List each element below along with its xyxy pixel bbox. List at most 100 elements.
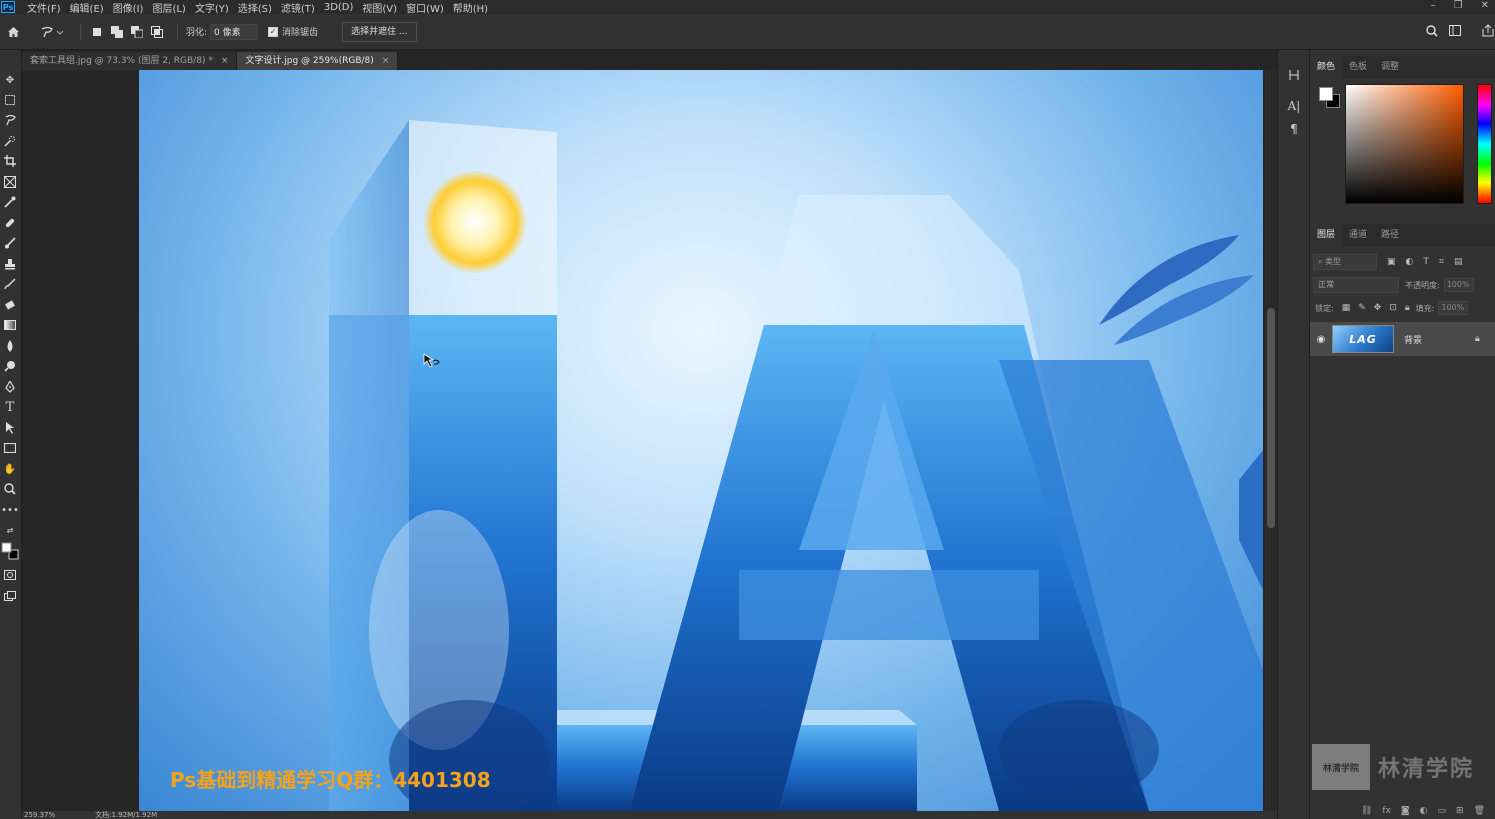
lock-artboard-icon[interactable]: ⊡: [1389, 303, 1397, 313]
menu-edit[interactable]: 编辑(E): [70, 0, 104, 15]
doc-info[interactable]: 文档:1.92M/1.92M: [95, 811, 157, 819]
menu-type[interactable]: 文字(Y): [195, 0, 229, 15]
layer-thumbnail[interactable]: LAG: [1332, 325, 1394, 353]
frame-tool-icon[interactable]: [1, 174, 19, 190]
search-icon[interactable]: [1426, 25, 1438, 37]
gradient-tool-icon[interactable]: [1, 317, 19, 333]
feather-input[interactable]: [210, 23, 259, 40]
menu-filter[interactable]: 滤镜(T): [281, 0, 315, 15]
share-icon[interactable]: [1482, 24, 1494, 37]
link-icon[interactable]: ⛓: [1361, 806, 1372, 816]
lock-image-icon[interactable]: ✎: [1358, 303, 1366, 313]
blur-tool-icon[interactable]: [1, 338, 19, 354]
filter-pixel-icon[interactable]: ▣: [1387, 257, 1396, 267]
healing-brush-tool-icon[interactable]: [1, 215, 19, 231]
new-layer-icon[interactable]: ⊞: [1456, 806, 1464, 816]
filter-adjustment-icon[interactable]: ◐: [1406, 257, 1414, 267]
adjustment-icon[interactable]: ◐: [1420, 806, 1428, 816]
filter-smart-object-icon[interactable]: ▤: [1454, 257, 1463, 267]
scrollbar-thumb[interactable]: [1267, 308, 1275, 528]
canvas-vertical-scrollbar[interactable]: [1265, 70, 1277, 811]
lock-all-icon[interactable]: 🔒︎: [1405, 303, 1410, 313]
more-tools-icon[interactable]: •••: [1, 502, 19, 518]
visibility-eye-icon[interactable]: ◉: [1310, 334, 1332, 345]
zoom-tool-icon[interactable]: [1, 481, 19, 497]
group-icon[interactable]: ▭: [1438, 806, 1447, 816]
hue-slider[interactable]: [1477, 84, 1492, 204]
paragraph-panel-icon[interactable]: ¶: [1286, 121, 1302, 137]
subtract-from-selection-icon[interactable]: [129, 24, 145, 40]
new-selection-icon[interactable]: [89, 24, 105, 40]
filter-type-icon[interactable]: T: [1423, 257, 1429, 267]
lock-position-icon[interactable]: ✥: [1374, 303, 1382, 313]
tab-paths[interactable]: 路径: [1374, 224, 1406, 246]
eyedropper-tool-icon[interactable]: [1, 194, 19, 210]
character-panel-icon[interactable]: A|: [1286, 98, 1302, 114]
home-icon[interactable]: [0, 26, 26, 38]
clone-stamp-tool-icon[interactable]: [1, 256, 19, 272]
lock-transparent-icon[interactable]: ▦: [1342, 303, 1351, 313]
fill-field[interactable]: 100%: [1438, 301, 1469, 315]
hand-tool-icon[interactable]: ✋: [1, 461, 19, 477]
menu-window[interactable]: 窗口(W): [406, 0, 444, 15]
close-icon[interactable]: ✕: [1481, 0, 1489, 11]
crop-tool-icon[interactable]: [1, 153, 19, 169]
foreground-color-swatch[interactable]: [1319, 87, 1333, 101]
menu-image[interactable]: 图像(I): [113, 0, 144, 15]
tab-color[interactable]: 颜色: [1310, 56, 1343, 78]
history-panel-icon[interactable]: [1286, 67, 1302, 83]
filter-shape-icon[interactable]: ⌗: [1439, 257, 1444, 267]
swap-colors-icon[interactable]: ⇄: [1, 522, 19, 538]
move-tool-icon[interactable]: ✥: [1, 72, 19, 88]
close-tab-icon[interactable]: ×: [382, 52, 390, 70]
layer-row[interactable]: ◉ LAG 背景 🔒︎: [1310, 322, 1495, 356]
menu-3d[interactable]: 3D(D): [324, 2, 354, 13]
tab-text-design-doc[interactable]: 文字设计.jpg @ 259%(RGB/8) ×: [237, 52, 399, 70]
trash-icon[interactable]: 🗑︎: [1474, 806, 1485, 816]
history-brush-tool-icon[interactable]: [1, 276, 19, 292]
eraser-tool-icon[interactable]: [1, 297, 19, 313]
menu-help[interactable]: 帮助(H): [453, 0, 488, 15]
blend-mode-select[interactable]: 正常: [1313, 277, 1399, 293]
zoom-level[interactable]: 259.37%: [24, 811, 55, 819]
workspace-icon[interactable]: [1449, 25, 1463, 37]
artwork-image[interactable]: Ps基础到精通学习Q群：4401308: [139, 70, 1263, 811]
menu-select[interactable]: 选择(S): [238, 0, 272, 15]
photoshop-logo[interactable]: Ps: [1, 1, 15, 13]
marquee-tool-icon[interactable]: [1, 92, 19, 108]
tab-channels[interactable]: 通道: [1342, 224, 1374, 246]
screen-mode-icon[interactable]: [1, 588, 19, 604]
menu-layer[interactable]: 图层(L): [152, 0, 185, 15]
tab-swatches[interactable]: 色板: [1342, 56, 1374, 78]
pen-tool-icon[interactable]: [1, 379, 19, 395]
add-to-selection-icon[interactable]: [109, 24, 125, 40]
layer-lock-icon[interactable]: 🔒︎: [1475, 334, 1495, 344]
tab-layers[interactable]: 图层: [1310, 224, 1343, 246]
menu-file[interactable]: 文件(F): [27, 0, 61, 15]
path-selection-tool-icon[interactable]: [1, 420, 19, 436]
canvas-area[interactable]: Ps基础到精通学习Q群：4401308: [22, 70, 1265, 811]
antialias-checkbox[interactable]: ✓: [268, 26, 279, 37]
lasso-tool-icon[interactable]: [1, 112, 19, 128]
quick-mask-icon[interactable]: [1, 567, 19, 583]
rectangle-tool-icon[interactable]: [1, 440, 19, 456]
select-and-mask-button[interactable]: 选择并遮住 ...: [342, 21, 417, 42]
lasso-tool-preset-icon[interactable]: [32, 26, 72, 38]
opacity-field[interactable]: 100%: [1443, 278, 1474, 292]
tab-adjustments[interactable]: 调整: [1374, 56, 1406, 78]
mask-icon[interactable]: ◙: [1401, 806, 1410, 816]
color-swatches[interactable]: [1, 540, 19, 562]
brush-tool-icon[interactable]: [1, 235, 19, 251]
fx-icon[interactable]: fx: [1382, 806, 1391, 816]
minimize-icon[interactable]: –: [1431, 0, 1436, 11]
tab-lasso-doc[interactable]: 套索工具组.jpg @ 73.3% (图层 2, RGB/8) * ×: [22, 52, 238, 70]
quick-selection-tool-icon[interactable]: [1, 133, 19, 149]
color-picker-field[interactable]: [1345, 84, 1464, 204]
layer-filter-select[interactable]: ⌕ 类型: [1313, 254, 1377, 270]
layer-name[interactable]: 背景: [1404, 333, 1475, 346]
menu-view[interactable]: 视图(V): [362, 0, 397, 15]
close-tab-icon[interactable]: ×: [221, 52, 229, 70]
dodge-tool-icon[interactable]: [1, 358, 19, 374]
restore-icon[interactable]: ❐: [1454, 0, 1463, 11]
type-tool-icon[interactable]: T: [1, 399, 19, 415]
